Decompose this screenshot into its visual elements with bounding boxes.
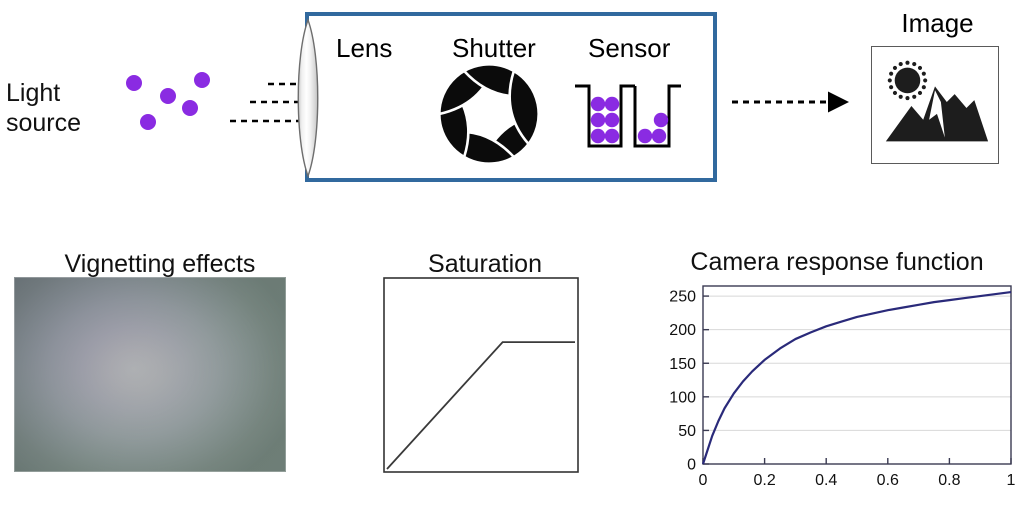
shutter-iris-icon xyxy=(435,60,543,168)
lens-svg xyxy=(297,17,319,179)
x-axis-tick-label: 0.6 xyxy=(877,472,899,489)
photon-dot xyxy=(160,88,176,104)
sun-icon xyxy=(887,60,928,101)
sun-ray-dot xyxy=(921,85,926,90)
sensor-photon-dot xyxy=(590,128,606,144)
image-thumbnail-frame xyxy=(871,46,999,164)
camera-response-plot: 0 50 100 150 200 250 0 0.2 0.4 0.6 0.8 1 xyxy=(655,278,1021,502)
y-axis-tick-label: 0 xyxy=(687,457,696,474)
sun-ray-dot xyxy=(905,60,910,65)
sensor-photon-dot xyxy=(590,112,606,128)
photon-dot xyxy=(140,114,156,130)
sun-ray-dot xyxy=(917,65,923,70)
y-axis-tick-label: 200 xyxy=(669,322,696,339)
sensor-to-image-arrow xyxy=(730,88,865,116)
saturation-plot xyxy=(383,277,579,473)
sensor-wells-icon xyxy=(573,78,683,160)
saturation-plot-svg xyxy=(383,277,579,473)
sensor-photon-dot xyxy=(604,112,620,128)
image-thumbnail-art xyxy=(885,60,989,142)
sun-ray-dot xyxy=(912,62,917,67)
light-source-label-line2: source xyxy=(6,109,82,137)
camera-response-plot-svg: 0 50 100 150 200 250 0 0.2 0.4 0.6 0.8 1 xyxy=(669,285,1016,489)
x-axis-tick-label: 0.2 xyxy=(753,472,775,489)
photon-cloud xyxy=(112,62,222,142)
sensor-wells-svg xyxy=(575,84,681,148)
image-label: Image xyxy=(901,8,974,38)
sun-ray-dot xyxy=(923,78,928,83)
sensor-photon-dot xyxy=(604,128,620,144)
sun-ray-dot xyxy=(917,90,923,96)
y-axis-tick-label: 50 xyxy=(678,423,696,440)
lens-label: Lens xyxy=(336,33,393,63)
vignetting-sample-image xyxy=(14,277,286,472)
sun-ray-dot xyxy=(892,65,898,70)
sensor-photon-dot xyxy=(590,96,606,112)
sun-ray-dot xyxy=(887,78,892,83)
sensor-label: Sensor xyxy=(588,33,671,63)
camera-response-title: Camera response function xyxy=(690,248,984,276)
sensor-photon-dot xyxy=(637,128,653,144)
photon-dot xyxy=(126,75,142,91)
sun-ray-dot xyxy=(889,71,894,76)
light-source-label-line1: Light xyxy=(6,79,61,107)
saturation-title: Saturation xyxy=(428,250,542,278)
vignetting-title: Vignetting effects xyxy=(64,250,256,278)
sensor-photon-dot xyxy=(653,112,669,128)
shutter-iris-svg xyxy=(438,63,540,165)
photon-dot xyxy=(182,100,198,116)
x-axis-tick-label: 0.4 xyxy=(815,472,837,489)
y-axis-tick-label: 150 xyxy=(669,356,696,373)
sensor-photon-dot xyxy=(604,96,620,112)
x-axis-tick-label: 0 xyxy=(699,472,708,489)
sun-ray-dot xyxy=(889,85,894,90)
x-axis-tick-label: 0.8 xyxy=(938,472,960,489)
sensor-photon-dot xyxy=(651,128,667,144)
sun-ray-dot xyxy=(912,94,917,99)
photon-dot xyxy=(194,72,210,88)
y-axis-tick-label: 250 xyxy=(669,289,696,306)
sun-ray-dot xyxy=(892,90,898,96)
sun-ray-dot xyxy=(898,62,903,67)
sun-ray-dot xyxy=(921,71,926,76)
lens-icon xyxy=(290,17,326,179)
light-source-label: Light source xyxy=(6,78,116,138)
sun-ray-dot xyxy=(898,94,903,99)
sun-ray-dot xyxy=(905,96,910,101)
transfer-arrow-svg xyxy=(732,91,849,113)
x-axis-tick-label: 1 xyxy=(1007,472,1016,489)
y-axis-tick-label: 100 xyxy=(669,389,696,406)
